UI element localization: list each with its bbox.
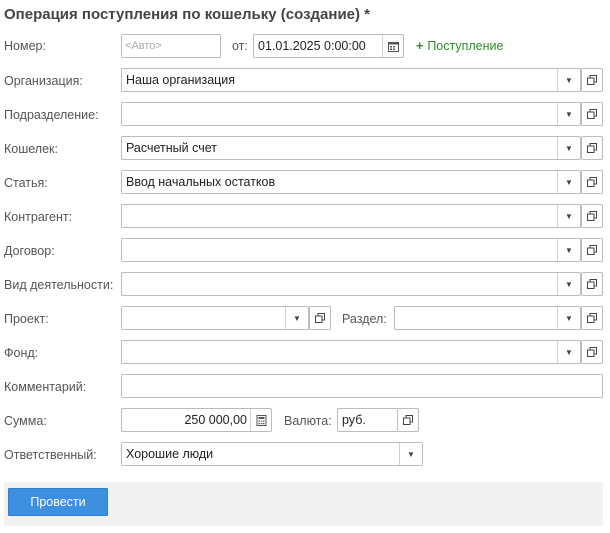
open-icon[interactable] xyxy=(581,136,603,160)
open-icon[interactable] xyxy=(581,204,603,228)
number-label: Номер: xyxy=(4,39,46,53)
calculator-icon[interactable] xyxy=(250,409,271,431)
responsible-field[interactable]: Хорошие люди ▼ xyxy=(121,442,423,466)
article-label: Статья: xyxy=(4,176,48,190)
chevron-down-icon[interactable]: ▼ xyxy=(557,69,580,91)
counterparty-field[interactable]: ▼ xyxy=(121,204,581,228)
project-label: Проект: xyxy=(4,312,49,326)
responsible-value: Хорошие люди xyxy=(126,447,214,461)
wallet-label: Кошелек: xyxy=(4,142,58,156)
chevron-down-icon[interactable]: ▼ xyxy=(557,205,580,227)
amount-label: Сумма: xyxy=(4,414,47,428)
fund-field[interactable]: ▼ xyxy=(121,340,581,364)
chevron-down-icon[interactable]: ▼ xyxy=(285,307,308,329)
article-field[interactable]: Ввод начальных остатков ▼ xyxy=(121,170,581,194)
chevron-down-icon[interactable]: ▼ xyxy=(557,341,580,363)
chevron-down-icon[interactable]: ▼ xyxy=(557,137,580,159)
command-bar: Провести xyxy=(4,482,603,526)
open-icon[interactable] xyxy=(581,272,603,296)
form-title: Операция поступления по кошельку (создан… xyxy=(4,6,371,23)
chevron-down-icon[interactable]: ▼ xyxy=(557,171,580,193)
open-icon[interactable] xyxy=(581,102,603,126)
amount-field[interactable]: 250 000,00 xyxy=(121,408,272,432)
number-field[interactable]: <Авто> xyxy=(121,34,221,58)
comment-label: Комментарий: xyxy=(4,380,87,394)
chevron-down-icon[interactable]: ▼ xyxy=(557,239,580,261)
responsible-label: Ответственный: xyxy=(4,448,97,462)
post-button[interactable]: Провести xyxy=(8,488,108,516)
open-icon[interactable] xyxy=(581,170,603,194)
currency-value: руб. xyxy=(342,413,366,427)
organization-field[interactable]: Наша организация ▼ xyxy=(121,68,581,92)
open-icon[interactable] xyxy=(309,306,331,330)
currency-field[interactable]: руб. xyxy=(337,408,398,432)
open-icon[interactable] xyxy=(581,68,603,92)
number-placeholder: <Авто> xyxy=(125,40,162,52)
currency-label: Валюта: xyxy=(284,414,332,428)
contract-field[interactable]: ▼ xyxy=(121,238,581,262)
section-label: Раздел: xyxy=(342,312,387,326)
chevron-down-icon[interactable]: ▼ xyxy=(399,443,422,465)
open-icon[interactable] xyxy=(581,238,603,262)
open-icon[interactable] xyxy=(397,408,419,432)
department-field[interactable]: ▼ xyxy=(121,102,581,126)
activity-label: Вид деятельности: xyxy=(4,278,114,292)
open-icon[interactable] xyxy=(581,306,603,330)
receipt-link[interactable]: + Поступление xyxy=(416,39,503,53)
date-field[interactable]: 01.01.2025 0:00:00 xyxy=(253,34,404,58)
amount-value: 250 000,00 xyxy=(184,413,247,427)
wallet-field[interactable]: Расчетный счет ▼ xyxy=(121,136,581,160)
plus-icon: + xyxy=(416,39,424,53)
department-label: Подразделение: xyxy=(4,108,99,122)
chevron-down-icon[interactable]: ▼ xyxy=(557,103,580,125)
chevron-down-icon[interactable]: ▼ xyxy=(557,307,580,329)
open-icon[interactable] xyxy=(581,340,603,364)
organization-value: Наша организация xyxy=(126,73,236,87)
section-field[interactable]: ▼ xyxy=(394,306,581,330)
contract-label: Договор: xyxy=(4,244,55,258)
fund-label: Фонд: xyxy=(4,346,39,360)
wallet-value: Расчетный счет xyxy=(126,141,217,155)
calendar-icon[interactable] xyxy=(382,35,403,57)
date-label: от: xyxy=(232,39,248,53)
chevron-down-icon[interactable]: ▼ xyxy=(557,273,580,295)
receipt-link-label: Поступление xyxy=(427,39,504,53)
article-value: Ввод начальных остатков xyxy=(126,175,276,189)
comment-field[interactable] xyxy=(121,374,603,398)
activity-field[interactable]: ▼ xyxy=(121,272,581,296)
organization-label: Организация: xyxy=(4,74,83,88)
date-value: 01.01.2025 0:00:00 xyxy=(258,39,366,53)
counterparty-label: Контрагент: xyxy=(4,210,73,224)
project-field[interactable]: ▼ xyxy=(121,306,309,330)
